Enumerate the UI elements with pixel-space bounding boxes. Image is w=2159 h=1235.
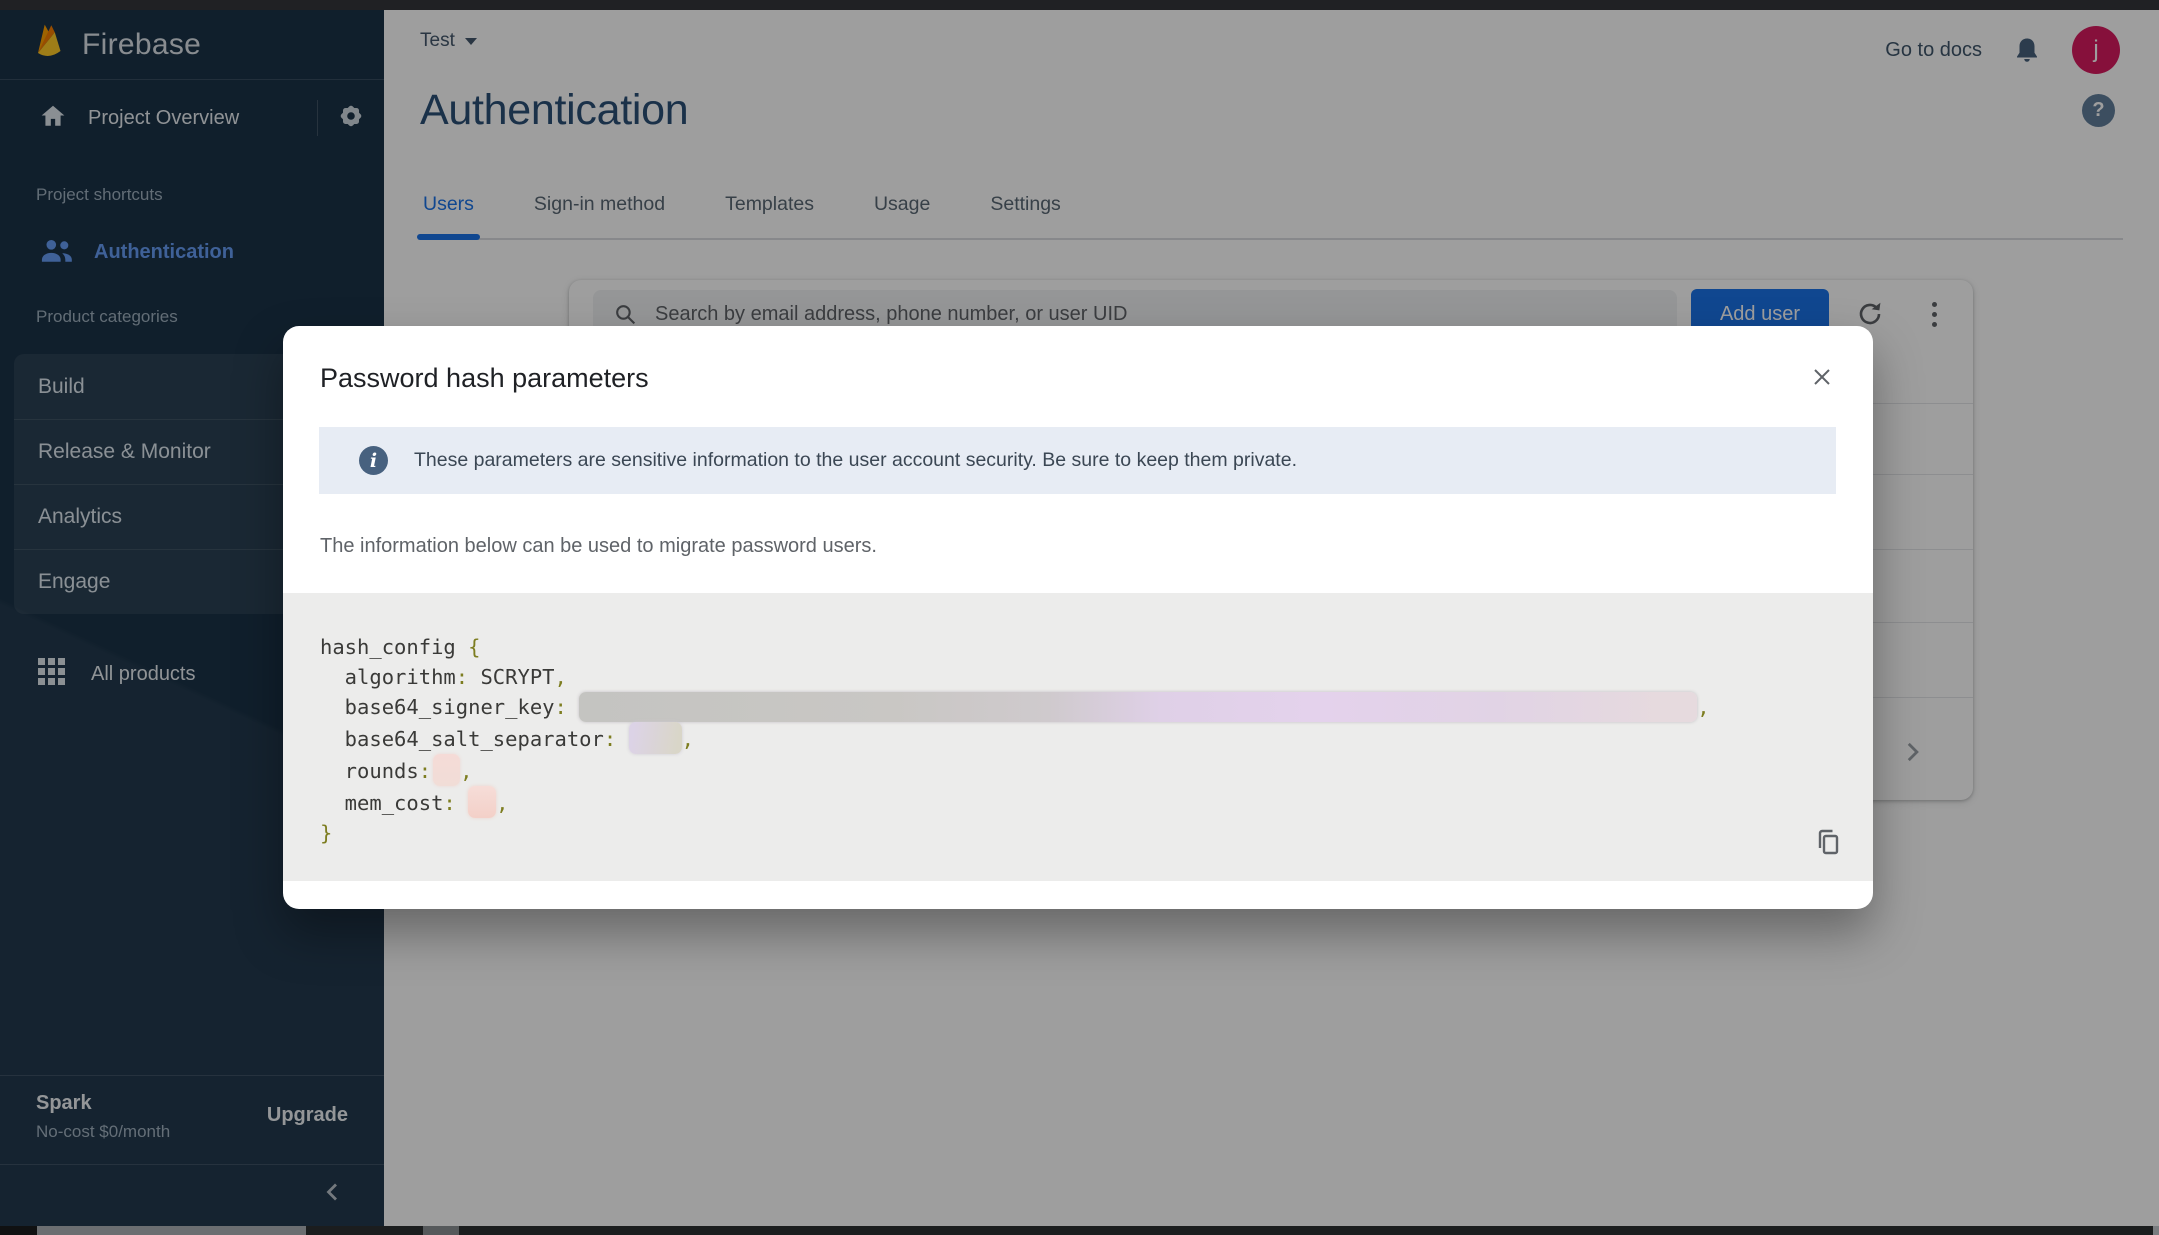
code-token: base64_signer_key (320, 695, 555, 719)
firebase-console-screen: Firebase Project Overview (0, 0, 2159, 1235)
code-token: , (682, 727, 694, 751)
scrollbar-thumb[interactable] (37, 1226, 306, 1235)
code-token: : (419, 759, 431, 783)
code-token: , (460, 759, 472, 783)
code-token: { (468, 635, 480, 659)
code-block-lines: hash_config { algorithm: SCRYPT, base64_… (320, 632, 1873, 848)
code-token: } (320, 821, 332, 845)
redacted-rounds (433, 754, 460, 786)
scrollbar-track (0, 1226, 37, 1235)
banner-text: These parameters are sensitive informati… (414, 449, 1297, 472)
code-token: base64_salt_separator (320, 727, 604, 751)
code-token: : (443, 791, 455, 815)
hash-config-code-block: hash_config { algorithm: SCRYPT, base64_… (283, 593, 1873, 881)
code-token: algorithm (320, 665, 456, 689)
close-icon[interactable] (1804, 359, 1840, 395)
code-token: , (555, 665, 567, 689)
redacted-mem-cost (468, 786, 496, 818)
code-token: : (604, 727, 616, 751)
code-token: : (555, 695, 567, 719)
code-token: hash_config (320, 635, 468, 659)
browser-chrome-strip (0, 0, 2159, 10)
code-token: : (456, 665, 468, 689)
dialog-description: The information below can be used to mig… (320, 535, 877, 558)
code-token: mem_cost (320, 791, 443, 815)
password-hash-parameters-dialog: Password hash parameters i These paramet… (283, 326, 1873, 909)
scrollbar-segment (423, 1226, 459, 1235)
code-token (456, 791, 468, 815)
code-token (616, 727, 628, 751)
horizontal-scrollbar[interactable] (0, 1226, 2159, 1235)
redacted-salt-separator (629, 722, 682, 754)
redacted-signer-key (579, 692, 1697, 722)
scrollbar-corner (2153, 1226, 2159, 1235)
info-icon: i (359, 446, 388, 475)
code-token: , (496, 791, 508, 815)
code-token (567, 695, 579, 719)
sensitive-info-banner: i These parameters are sensitive informa… (319, 427, 1836, 494)
dialog-title: Password hash parameters (320, 363, 649, 394)
code-token: SCRYPT (468, 665, 554, 689)
copy-icon[interactable] (1811, 825, 1847, 861)
code-token: , (1697, 695, 1709, 719)
code-token: rounds (320, 759, 419, 783)
